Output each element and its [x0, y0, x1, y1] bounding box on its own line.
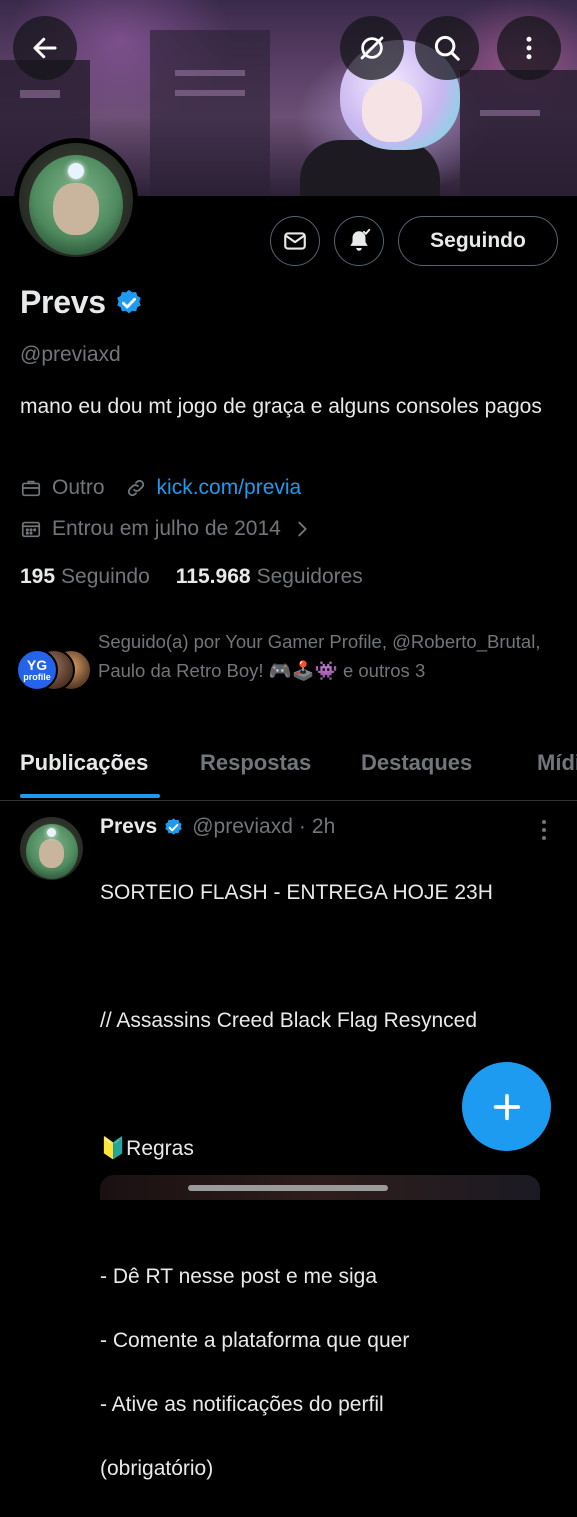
post-author-handle[interactable]: @previaxd — [192, 815, 293, 839]
profile-bio: mano eu dou mt jogo de graça e alguns co… — [20, 395, 542, 418]
post-line: - Ative as notificações do perfil — [100, 1393, 384, 1416]
followers-label: Seguidores — [256, 565, 363, 588]
plus-icon — [493, 1093, 520, 1120]
more-options-button[interactable] — [497, 16, 561, 80]
message-button[interactable] — [270, 216, 320, 266]
post-line: (obrigatório) — [100, 1457, 214, 1480]
compose-button[interactable] — [462, 1062, 551, 1151]
following-count: 195 — [20, 565, 56, 588]
back-button[interactable] — [13, 16, 77, 80]
profile-category: Outro — [52, 476, 105, 499]
tab-media[interactable]: Mídia — [537, 750, 577, 776]
post-line: - Comente a plataforma que quer — [100, 1329, 410, 1352]
profile-website-link[interactable]: kick.com/previa — [157, 476, 302, 500]
bell-check-icon — [350, 228, 371, 251]
post-author-name[interactable]: Prevs — [100, 815, 157, 839]
follower-avatar-text: profile — [23, 672, 51, 682]
grok-icon — [360, 36, 384, 60]
grok-button[interactable] — [340, 16, 404, 80]
following-button[interactable]: Seguindo — [398, 216, 558, 266]
chevron-right-icon — [298, 521, 307, 537]
post-separator: · — [298, 815, 306, 838]
post-more-icon[interactable] — [536, 818, 552, 842]
your-gamer-profile-avatar: YG profile — [16, 649, 58, 691]
search-icon — [434, 35, 460, 61]
verified-badge-icon — [165, 817, 182, 835]
post-line: - Dê RT nesse post e me siga — [100, 1265, 378, 1288]
tab-replies[interactable]: Respostas — [200, 750, 311, 776]
calendar-icon — [21, 521, 41, 538]
following-count-link[interactable]: 195 Seguindo — [20, 565, 150, 589]
more-vertical-icon — [526, 36, 532, 60]
post-timestamp[interactable]: 2h — [312, 815, 335, 839]
post-line: SORTEIO FLASH - ENTREGA HOJE 23H — [100, 881, 493, 904]
post-line: // Assassins Creed Black Flag Resynced — [100, 1009, 477, 1032]
joined-date-row[interactable]: Entrou em julho de 2014 — [20, 517, 313, 541]
followed-by-text: Seguido(a) por Your Gamer Profile, @Robe… — [98, 631, 541, 681]
mail-icon — [284, 232, 306, 250]
profile-avatar[interactable] — [14, 138, 138, 262]
followers-count: 115.968 — [175, 565, 251, 588]
followers-count-link[interactable]: 115.968 Seguidores — [176, 565, 363, 589]
notifications-button[interactable] — [334, 216, 384, 266]
following-label: Seguindo — [61, 565, 150, 588]
post-author-avatar[interactable] — [20, 817, 83, 880]
home-indicator[interactable] — [188, 1185, 388, 1191]
tab-highlights[interactable]: Destaques — [361, 750, 472, 776]
profile-name: Prevs — [20, 284, 106, 320]
briefcase-icon — [21, 480, 41, 497]
profile-tabs: Publicações Respostas Destaques Mídia — [0, 740, 577, 801]
search-button[interactable] — [415, 16, 479, 80]
profile-joined-date: Entrou em julho de 2014 — [52, 517, 281, 540]
active-tab-indicator — [20, 794, 160, 798]
verified-badge-icon[interactable] — [114, 288, 144, 318]
tab-posts[interactable]: Publicações — [20, 750, 148, 776]
arrow-left-icon — [33, 37, 57, 59]
link-icon — [127, 479, 144, 497]
profile-handle: @previaxd — [20, 343, 121, 366]
